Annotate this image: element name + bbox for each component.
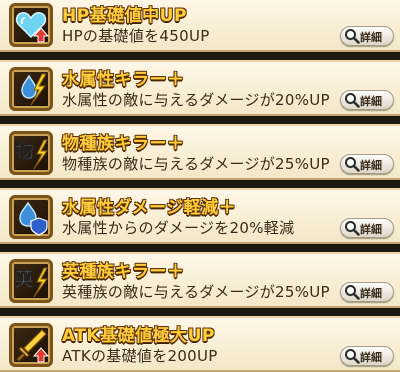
magnifier-icon — [345, 93, 360, 108]
matter-race-killer-icon: 物 — [9, 131, 53, 175]
detail-button[interactable]: 詳細 — [340, 90, 394, 110]
water-killer-icon — [9, 67, 53, 111]
detail-button[interactable]: 詳細 — [340, 218, 394, 238]
detail-button-label: 詳細 — [360, 287, 382, 300]
ability-row-hero-killer: 英 英種族キラー＋ 英種族の敵に与えるダメージが25%UP 詳細 — [0, 252, 400, 308]
magnifier-icon — [345, 221, 360, 236]
detail-button[interactable]: 詳細 — [340, 282, 394, 302]
svg-text:物: 物 — [14, 139, 34, 163]
magnifier-icon — [345, 157, 360, 172]
detail-button[interactable]: 詳細 — [340, 154, 394, 174]
heart-up-icon — [9, 3, 53, 47]
ability-row-hp-up: HP基礎値中UP HPの基礎値を450UP 詳細 — [0, 0, 400, 52]
ability-title: 英種族キラー＋ — [62, 262, 185, 282]
ability-title: ATK基礎値極大UP — [62, 326, 215, 346]
detail-button-label: 詳細 — [360, 95, 382, 108]
hero-race-killer-icon: 英 — [9, 259, 53, 303]
detail-button-label: 詳細 — [360, 31, 382, 44]
svg-text:英: 英 — [14, 267, 35, 291]
detail-button-label: 詳細 — [360, 159, 382, 172]
ability-title: 水属性キラー＋ — [62, 70, 185, 90]
ability-row-water-killer: 水属性キラー＋ 水属性の敵に与えるダメージが20%UP 詳細 — [0, 60, 400, 116]
ability-title: HP基礎値中UP — [62, 6, 187, 26]
ability-row-water-resist: 水属性ダメージ軽減＋ 水属性からのダメージを20%軽減 詳細 — [0, 188, 400, 244]
magnifier-icon — [345, 349, 360, 364]
magnifier-icon — [345, 285, 360, 300]
ability-row-atk-up: ATK基礎値極大UP ATKの基礎値を200UP 詳細 — [0, 316, 400, 372]
ability-description: 水属性からのダメージを20%軽減 — [62, 219, 295, 237]
detail-button[interactable]: 詳細 — [340, 346, 394, 366]
ability-row-matter-killer: 物 物種族キラー＋ 物種族の敵に与えるダメージが25%UP 詳細 — [0, 124, 400, 180]
ability-description: HPの基礎値を450UP — [62, 27, 210, 45]
ability-description: ATKの基礎値を200UP — [62, 347, 218, 365]
magnifier-icon — [345, 29, 360, 44]
detail-button-label: 詳細 — [360, 351, 382, 364]
ability-title: 水属性ダメージ軽減＋ — [62, 198, 237, 218]
detail-button[interactable]: 詳細 — [340, 26, 394, 46]
ability-description: 水属性の敵に与えるダメージが20%UP — [62, 91, 330, 109]
detail-button-label: 詳細 — [360, 223, 382, 236]
ability-description: 英種族の敵に与えるダメージが25%UP — [62, 283, 330, 301]
water-resist-shield-icon — [9, 195, 53, 239]
ability-description: 物種族の敵に与えるダメージが25%UP — [62, 155, 330, 173]
sword-up-icon — [9, 323, 53, 367]
ability-list: HP基礎値中UP HPの基礎値を450UP 詳細 水属性キラー＋ 水属性の敵に与… — [0, 0, 400, 372]
ability-title: 物種族キラー＋ — [62, 134, 185, 154]
